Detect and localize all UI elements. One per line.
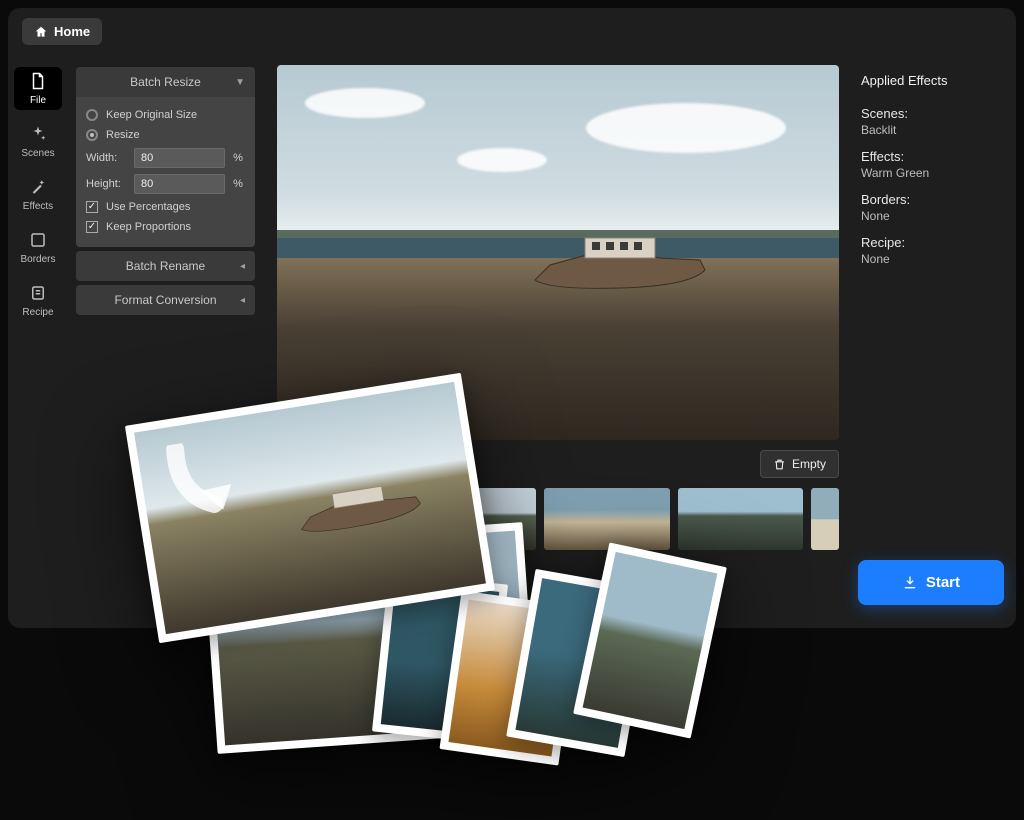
format-conversion-section: Format Conversion ◂ (76, 285, 255, 315)
chevron-down-icon: ▼ (235, 77, 245, 88)
home-button[interactable]: Home (22, 18, 102, 45)
keep-original-radio[interactable]: Keep Original Size (86, 105, 245, 125)
check-icon: ✓ (86, 221, 98, 233)
width-unit: % (231, 152, 245, 164)
radio-off-icon (86, 109, 98, 121)
rail-item-file[interactable]: File (14, 67, 62, 110)
use-percentages-checkbox[interactable]: ✓ Use Percentages (86, 197, 245, 217)
images-label: Images (290, 457, 329, 471)
topbar: Home (8, 8, 1016, 55)
total-count: Total 12 pieces (356, 457, 436, 471)
ship-shape (530, 230, 710, 300)
rail-label: Borders (20, 254, 55, 265)
format-conversion-title: Format Conversion (114, 293, 216, 307)
rail-item-recipe[interactable]: Recipe (14, 279, 62, 322)
thumbnail[interactable] (277, 488, 403, 550)
height-input[interactable] (134, 174, 225, 194)
use-percentages-label: Use Percentages (106, 201, 190, 213)
height-label: Height: (86, 178, 128, 190)
format-conversion-header[interactable]: Format Conversion ◂ (76, 285, 255, 315)
borders-label: Borders: (861, 192, 1002, 207)
chevron-left-icon: ◂ (240, 261, 245, 272)
rail-label: Scenes (21, 148, 54, 159)
height-unit: % (231, 178, 245, 190)
thumbnail-row (277, 478, 839, 550)
thumbnail[interactable] (678, 488, 804, 550)
rail-item-borders[interactable]: Borders (14, 226, 62, 269)
app-window: Home File Scenes Effects (8, 8, 1016, 628)
rail-label: Effects (23, 201, 53, 212)
thumbnail[interactable] (411, 488, 537, 550)
recipe-value: None (861, 252, 1002, 266)
recipe-label: Recipe: (861, 235, 1002, 250)
effects-label: Effects: (861, 149, 1002, 164)
batch-resize-section: Batch Resize ▼ Keep Original Size Resize… (76, 67, 255, 247)
filmstrip-bar: Images Total 12 pieces Empty (277, 440, 839, 478)
batch-rename-section: Batch Rename ◂ (76, 251, 255, 281)
images-button[interactable]: Images (277, 450, 342, 478)
empty-label: Empty (792, 457, 826, 471)
scenes-value: Backlit (861, 123, 1002, 137)
left-rail: File Scenes Effects Borders (8, 55, 68, 628)
radio-on-icon (86, 129, 98, 141)
options-panel: Batch Resize ▼ Keep Original Size Resize… (68, 55, 263, 628)
scenes-label: Scenes: (861, 106, 1002, 121)
batch-resize-header[interactable]: Batch Resize ▼ (76, 67, 255, 97)
applied-effects-title: Applied Effects (861, 73, 1002, 88)
height-row: Height: % (86, 171, 245, 197)
trash-icon (773, 458, 786, 471)
start-button[interactable]: Start (858, 560, 1004, 605)
download-icon (902, 575, 918, 591)
file-icon (28, 71, 48, 91)
keep-original-label: Keep Original Size (106, 109, 197, 121)
width-row: Width: % (86, 145, 245, 171)
resize-label: Resize (106, 129, 140, 141)
width-input[interactable] (134, 148, 225, 168)
sparkle-icon (28, 124, 48, 144)
start-label: Start (926, 574, 960, 591)
batch-rename-title: Batch Rename (126, 259, 205, 273)
rail-label: Recipe (22, 307, 53, 318)
thumbnail[interactable] (544, 488, 670, 550)
resize-radio[interactable]: Resize (86, 125, 245, 145)
effects-value: Warm Green (861, 166, 1002, 180)
batch-rename-header[interactable]: Batch Rename ◂ (76, 251, 255, 281)
empty-button[interactable]: Empty (760, 450, 839, 478)
rail-item-effects[interactable]: Effects (14, 173, 62, 216)
recipe-icon (28, 283, 48, 303)
home-icon (34, 25, 48, 39)
applied-effects-panel: Applied Effects Scenes: Backlit Effects:… (851, 55, 1016, 628)
rail-item-scenes[interactable]: Scenes (14, 120, 62, 163)
main-body: File Scenes Effects Borders (8, 55, 1016, 628)
borders-value: None (861, 209, 1002, 223)
chevron-left-icon: ◂ (240, 295, 245, 306)
keep-proportions-label: Keep Proportions (106, 221, 191, 233)
keep-proportions-checkbox[interactable]: ✓ Keep Proportions (86, 217, 245, 237)
home-label: Home (54, 24, 90, 39)
wand-icon (28, 177, 48, 197)
width-label: Width: (86, 152, 128, 164)
check-icon: ✓ (86, 201, 98, 213)
border-icon (28, 230, 48, 250)
batch-resize-body: Keep Original Size Resize Width: % Heigh… (76, 97, 255, 247)
thumbnail[interactable] (811, 488, 839, 550)
center-area: Images Total 12 pieces Empty (263, 55, 851, 628)
preview-image (277, 65, 839, 440)
batch-resize-title: Batch Resize (130, 75, 201, 89)
rail-label: File (30, 95, 46, 106)
